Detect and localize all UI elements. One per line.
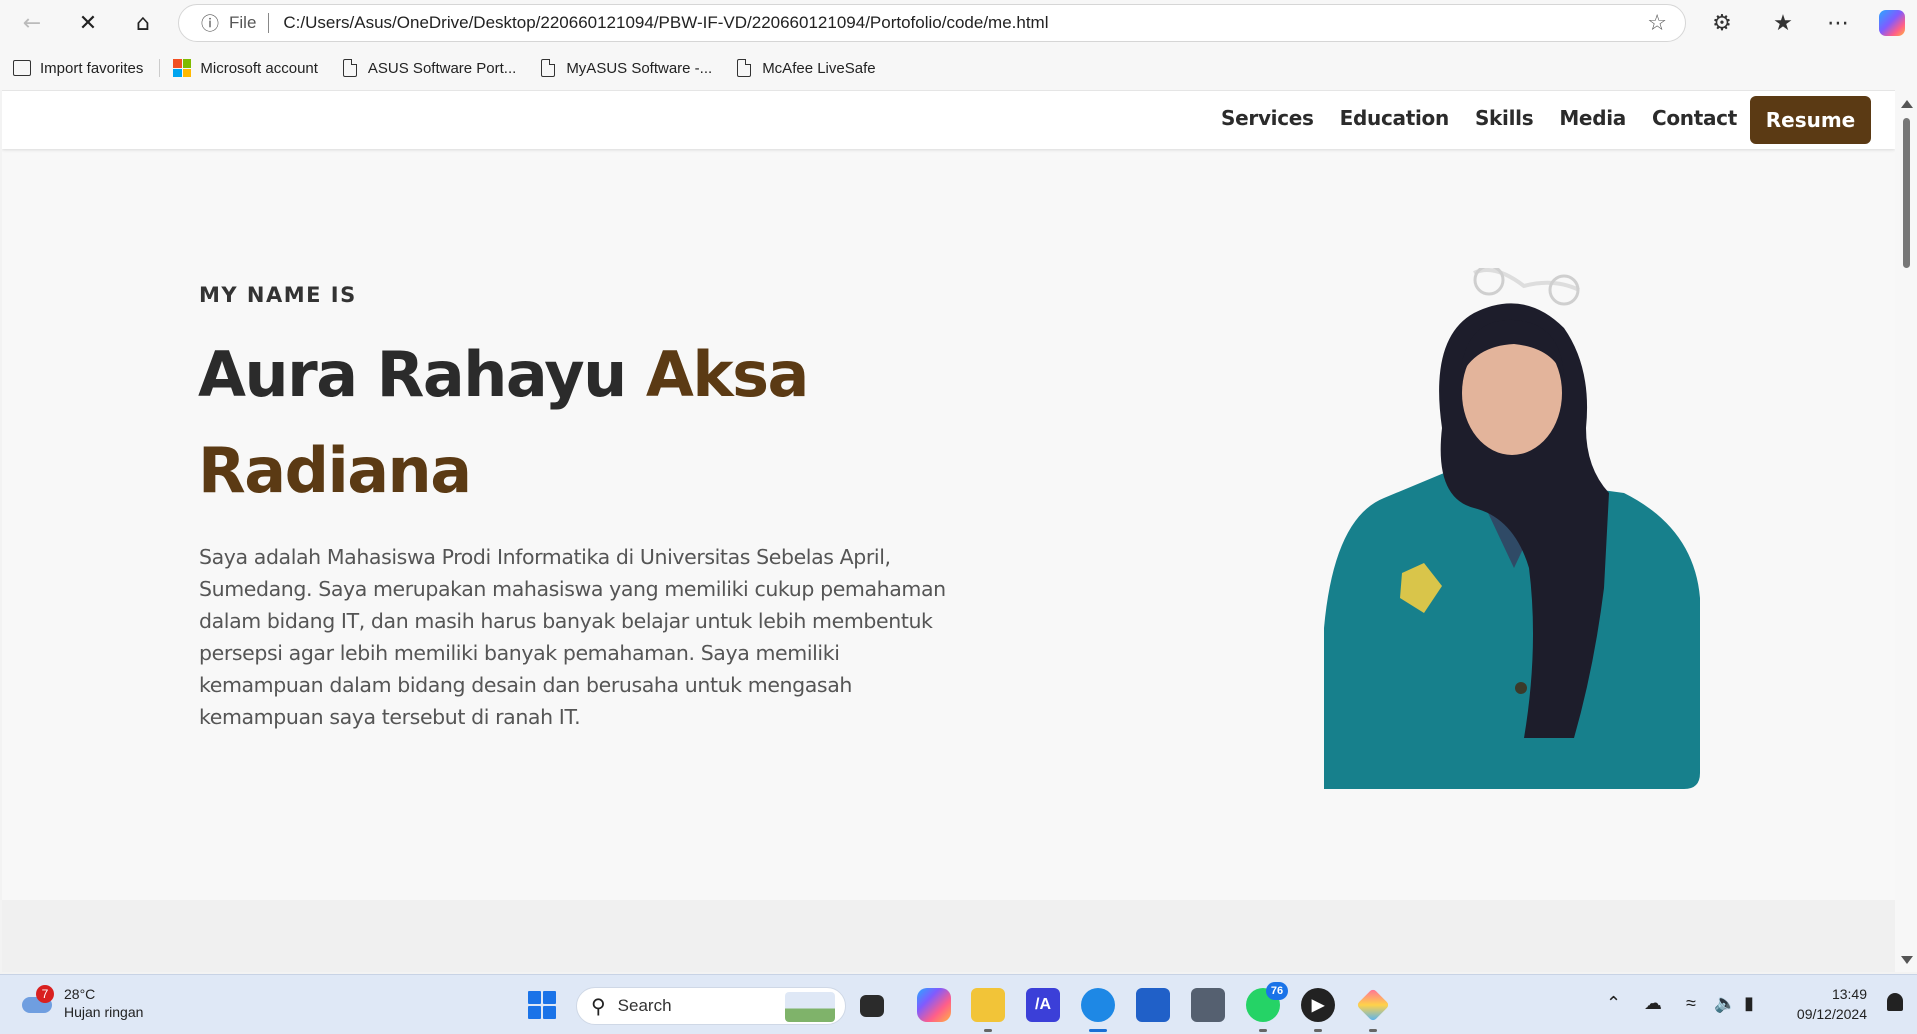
search-highlight-image <box>785 992 835 1022</box>
site-navbar: Services Education Skills Media Contact … <box>2 91 1895 149</box>
camera-icon[interactable] <box>1191 988 1225 1022</box>
info-icon[interactable]: ⓘ <box>201 10 219 36</box>
page-icon <box>538 58 558 78</box>
wifi-icon[interactable]: ≈ <box>1686 993 1696 1014</box>
favorite-label: McAfee LiveSafe <box>762 59 876 77</box>
browser-toolbar: ← ✕ ⌂ ⓘ File C:/Users/Asus/OneDrive/Desk… <box>0 0 1917 46</box>
favorite-label: Import favorites <box>40 59 144 77</box>
favorites-icon[interactable]: ★ <box>1763 3 1803 43</box>
scroll-down-arrow-icon[interactable] <box>1901 956 1913 964</box>
favorite-star-icon[interactable]: ☆ <box>1647 11 1667 36</box>
weather-badge: 7 <box>36 985 54 1003</box>
whatsapp-count-badge: 76 <box>1266 982 1288 1000</box>
whatsapp-icon[interactable]: 76 <box>1246 982 1288 1022</box>
nav-link-education[interactable]: Education <box>1340 106 1450 130</box>
clock-time: 13:49 <box>1831 986 1867 1002</box>
page-icon <box>340 58 360 78</box>
favorite-asus-software[interactable]: ASUS Software Port... <box>340 54 526 82</box>
app-icon-diamond[interactable] <box>1356 988 1390 1022</box>
address-separator <box>268 13 270 33</box>
favorite-label: MyASUS Software -... <box>566 59 713 77</box>
microsoft-logo-icon <box>172 58 192 78</box>
copilot-icon[interactable] <box>1872 3 1912 43</box>
system-clock[interactable]: 13:49 09/12/2024 <box>1797 984 1867 1024</box>
nav-link-media[interactable]: Media <box>1559 106 1626 130</box>
media-player-indicator <box>1314 1029 1322 1032</box>
hero-subtitle: MY NAME IS <box>199 283 357 307</box>
start-button[interactable] <box>525 988 559 1022</box>
favorites-bar: Import favorites Microsoft account ASUS … <box>0 54 1917 82</box>
favorite-import[interactable]: Import favorites <box>12 54 153 82</box>
app-icon-a[interactable]: /A <box>1026 988 1060 1022</box>
hero-name: Aura Rahayu Aksa Radiana <box>198 327 898 519</box>
favorite-myasus[interactable]: MyASUS Software -... <box>538 54 722 82</box>
windows-logo-icon <box>528 991 556 1019</box>
scroll-thumb[interactable] <box>1903 118 1910 268</box>
chevron-up-icon[interactable]: ⌃ <box>1606 993 1621 1014</box>
vertical-scrollbar[interactable] <box>1895 90 1917 972</box>
edge-active-indicator <box>1089 1029 1107 1032</box>
notification-bell-icon[interactable] <box>1887 993 1903 1011</box>
weather-widget[interactable]: 7 28°C Hujan ringan <box>20 985 143 1021</box>
favorite-microsoft-account[interactable]: Microsoft account <box>172 54 328 82</box>
address-scheme-label: File <box>229 13 257 32</box>
task-view-icon[interactable] <box>860 995 884 1017</box>
weather-condition: Hujan ringan <box>64 1004 144 1020</box>
address-bar[interactable]: ⓘ File C:/Users/Asus/OneDrive/Desktop/22… <box>178 4 1686 42</box>
microsoft-store-icon[interactable] <box>1136 988 1170 1022</box>
nav-links: Services Education Skills Media Contact <box>1195 106 1737 130</box>
whatsapp-indicator <box>1259 1029 1267 1032</box>
search-placeholder: Search <box>617 996 672 1015</box>
next-section-band <box>2 900 1895 972</box>
stop-loading-icon[interactable]: ✕ <box>68 3 108 43</box>
hero-name-first: Aura Rahayu <box>198 338 646 411</box>
more-menu-icon[interactable]: ⋯ <box>1818 3 1858 43</box>
taskbar-search[interactable]: ⚲ Search <box>576 987 846 1025</box>
favorite-label: ASUS Software Port... <box>367 59 517 77</box>
resume-button[interactable]: Resume <box>1750 96 1871 144</box>
extensions-icon[interactable]: ⚙ <box>1702 3 1742 43</box>
scroll-up-arrow-icon[interactable] <box>1901 100 1913 108</box>
nav-link-skills[interactable]: Skills <box>1475 106 1534 130</box>
page-viewport: Services Education Skills Media Contact … <box>2 90 1895 972</box>
battery-icon[interactable]: ▮ <box>1744 993 1754 1014</box>
back-arrow-icon[interactable]: ← <box>12 3 52 43</box>
favorite-label: Microsoft account <box>200 59 318 77</box>
search-icon: ⚲ <box>591 995 606 1018</box>
hero-description: Saya adalah Mahasiswa Prodi Informatika … <box>199 545 946 729</box>
nav-link-contact[interactable]: Contact <box>1652 106 1737 130</box>
app-diamond-indicator <box>1369 1029 1377 1032</box>
page-icon <box>734 58 754 78</box>
media-player-icon[interactable]: ▶ <box>1301 988 1335 1022</box>
profile-photo <box>1324 268 1700 789</box>
onedrive-cloud-icon[interactable]: ☁ <box>1644 993 1662 1014</box>
import-icon <box>12 58 32 78</box>
file-explorer-icon[interactable] <box>971 988 1005 1022</box>
copilot-app-icon[interactable] <box>917 988 951 1022</box>
address-url[interactable]: C:/Users/Asus/OneDrive/Desktop/220660121… <box>283 13 1048 33</box>
favorites-separator <box>159 59 161 77</box>
browser-chrome: ← ✕ ⌂ ⓘ File C:/Users/Asus/OneDrive/Desk… <box>0 0 1917 90</box>
volume-icon[interactable]: 🔈 <box>1714 993 1736 1014</box>
file-explorer-indicator <box>984 1029 992 1032</box>
nav-link-services[interactable]: Services <box>1221 106 1314 130</box>
home-icon[interactable]: ⌂ <box>123 3 163 43</box>
favorite-mcafee[interactable]: McAfee LiveSafe <box>734 54 885 82</box>
rain-cloud-icon: 7 <box>20 985 54 1017</box>
weather-temp: 28°C <box>64 986 96 1002</box>
clock-date: 09/12/2024 <box>1796 1006 1867 1022</box>
windows-taskbar: 7 28°C Hujan ringan ⚲ Search /A 76 ▶ ⌃ ☁… <box>0 974 1917 1034</box>
edge-browser-icon[interactable] <box>1081 988 1115 1022</box>
